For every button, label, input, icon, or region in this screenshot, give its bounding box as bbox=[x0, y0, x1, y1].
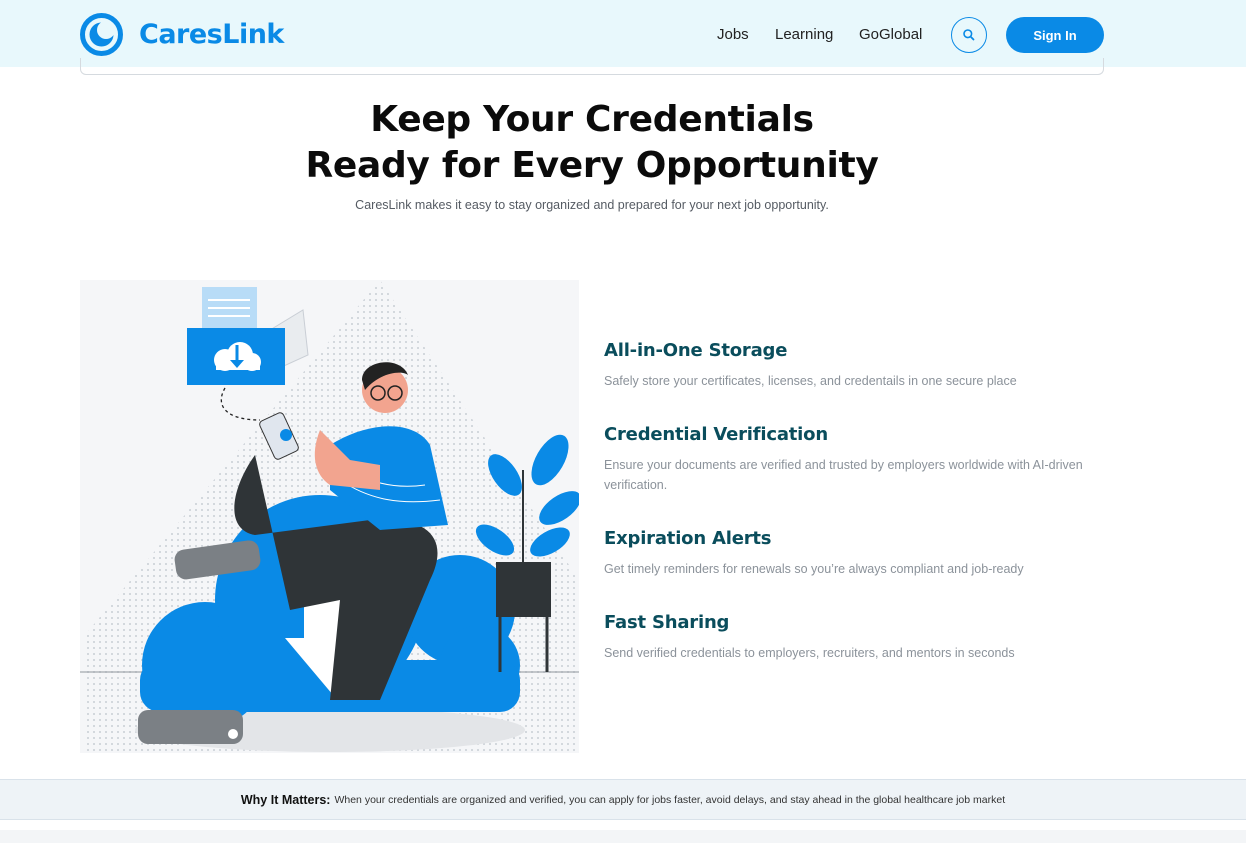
banner-label: Why It Matters: bbox=[240, 792, 331, 807]
site-header: CaresLink Jobs Learning GoGlobal Sign In bbox=[0, 0, 1246, 67]
credentials-illustration bbox=[80, 280, 579, 753]
feature-title: Fast Sharing bbox=[604, 612, 730, 633]
careslink-logo-icon bbox=[80, 13, 123, 56]
why-it-matters-banner: Why It Matters: When your credentials ar… bbox=[0, 779, 1246, 820]
feature-title: Expiration Alerts bbox=[604, 528, 772, 549]
footer-strip bbox=[0, 830, 1246, 843]
feature-description: Get timely reminders for renewals so you… bbox=[604, 562, 1024, 576]
person-with-phone-cloud-upload-illustration bbox=[80, 280, 579, 753]
header-divider bbox=[80, 58, 1104, 75]
search-icon bbox=[963, 29, 975, 41]
feature-description: Send verified credentials to employers, … bbox=[604, 646, 1015, 660]
page-title: Keep Your Credentials Ready for Every Op… bbox=[0, 97, 1184, 189]
banner-text: When your credentials are organized and … bbox=[334, 793, 1006, 806]
feature-item-verification: Credential Verification Ensure your docu… bbox=[604, 424, 1104, 495]
page-title-line-2: Ready for Every Opportunity bbox=[305, 145, 879, 186]
feature-item-alerts: Expiration Alerts Get timely reminders f… bbox=[604, 528, 1104, 579]
nav-learning[interactable]: Learning bbox=[775, 26, 833, 43]
nav-jobs[interactable]: Jobs bbox=[717, 26, 749, 43]
page-subtitle: CaresLink makes it easy to stay organize… bbox=[355, 198, 829, 212]
feature-item-storage: All-in-One Storage Safely store your cer… bbox=[604, 340, 1104, 391]
brand-logo[interactable]: CaresLink bbox=[80, 13, 284, 56]
feature-description: Ensure your documents are verified and t… bbox=[604, 458, 1083, 492]
page-title-line-1: Keep Your Credentials bbox=[370, 99, 814, 140]
search-button[interactable] bbox=[951, 17, 987, 53]
brand-name: CaresLink bbox=[139, 19, 284, 50]
feature-title: All-in-One Storage bbox=[604, 340, 788, 361]
feature-title: Credential Verification bbox=[604, 424, 828, 445]
nav-goglobal[interactable]: GoGlobal bbox=[859, 26, 922, 43]
feature-item-sharing: Fast Sharing Send verified credentials t… bbox=[604, 612, 1104, 663]
feature-description: Safely store your certificates, licenses… bbox=[604, 374, 1017, 388]
sign-in-button[interactable]: Sign In bbox=[1006, 17, 1104, 53]
